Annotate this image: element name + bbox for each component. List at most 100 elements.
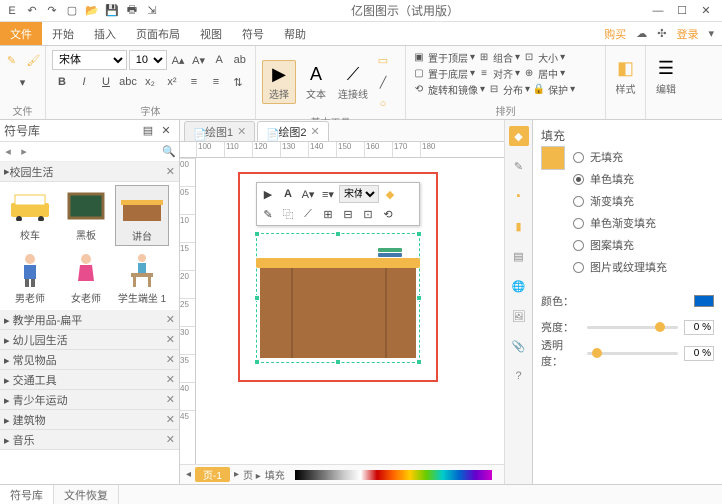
subscript-icon[interactable]: x₂ — [140, 72, 160, 92]
ft-fill-icon[interactable]: ◆ — [381, 185, 399, 203]
rail-help-icon[interactable]: ? — [509, 366, 529, 386]
save-icon[interactable]: 💾 — [104, 3, 120, 19]
library-icon[interactable]: ▤ — [139, 122, 157, 140]
menu-layout[interactable]: 页面布局 — [126, 22, 190, 45]
fill-option[interactable]: 单色渐变填充 — [573, 212, 714, 234]
cloud-icon[interactable]: ☁ — [636, 27, 647, 40]
footer-tab-symbols[interactable]: 符号库 — [0, 485, 54, 504]
cat-close-icon[interactable]: ✕ — [166, 165, 175, 178]
tool-text[interactable]: A文本 — [299, 61, 333, 103]
share-icon[interactable]: ✣ — [657, 27, 666, 40]
open-icon[interactable]: 📂 — [84, 3, 100, 19]
category-active[interactable]: ▸ 校园生活✕ — [0, 162, 179, 182]
brightness-value[interactable] — [684, 320, 714, 335]
cat-close-icon[interactable]: ✕ — [166, 313, 175, 326]
strike-icon[interactable]: abc — [118, 72, 138, 92]
undo-icon[interactable]: ↶ — [24, 3, 40, 19]
ft-rotate-icon[interactable]: ⟲ — [379, 205, 397, 223]
symbol-item[interactable]: 女老师 — [59, 248, 113, 307]
category-row[interactable]: ▸ 交通工具✕ — [0, 370, 179, 390]
menu-symbol[interactable]: 符号 — [232, 22, 274, 45]
ft-align-icon[interactable]: ≡▾ — [319, 185, 337, 203]
shape-rect-icon[interactable]: ▭ — [373, 50, 393, 70]
rail-fill-icon[interactable]: ◆ — [509, 126, 529, 146]
tool-connector[interactable]: ⟋连接线 — [336, 61, 370, 103]
close-icon[interactable]: ✕ — [698, 3, 714, 19]
ft-line-icon[interactable]: ✎ — [259, 205, 277, 223]
rail-image-icon[interactable]: 🖼 — [509, 306, 529, 326]
desk-shape[interactable] — [260, 258, 416, 358]
page-menu[interactable]: 页 ▸ — [243, 467, 261, 482]
font-shrink-icon[interactable]: A▾ — [189, 50, 208, 70]
fill-option[interactable]: 图片或纹理填充 — [573, 256, 714, 278]
tab-close-icon[interactable]: ✕ — [310, 125, 319, 138]
symbol-item[interactable]: 男老师 — [3, 248, 57, 307]
rail-page-icon[interactable]: ▤ — [509, 246, 529, 266]
cat-close-icon[interactable]: ✕ — [166, 413, 175, 426]
ft-pointer-icon[interactable]: ▶ — [259, 185, 277, 203]
distribute-icon[interactable]: ⊟ — [487, 83, 501, 97]
print-icon[interactable]: 🖶 — [124, 3, 140, 19]
rail-layer-icon[interactable]: 🌐 — [509, 276, 529, 296]
tab-close-icon[interactable]: ✕ — [237, 125, 246, 138]
menu-view[interactable]: 视图 — [190, 22, 232, 45]
menu-file[interactable]: 文件 — [0, 22, 42, 45]
rail-clip-icon[interactable]: 📎 — [509, 336, 529, 356]
minimize-icon[interactable]: — — [650, 3, 666, 19]
category-row[interactable]: ▸ 青少年运动✕ — [0, 390, 179, 410]
font-grow-icon[interactable]: A▴ — [169, 50, 188, 70]
fill-swatch[interactable] — [541, 146, 565, 170]
chevron-down-icon[interactable]: ▾ — [708, 27, 714, 40]
align-left-icon[interactable]: ≡ — [206, 72, 226, 92]
search-icon[interactable]: 🔍 — [159, 145, 179, 158]
fill-option[interactable]: 无填充 — [573, 146, 714, 168]
fill-option[interactable]: 图案填充 — [573, 234, 714, 256]
menu-start[interactable]: 开始 — [42, 22, 84, 45]
opacity-value[interactable] — [684, 346, 714, 361]
ft-replace-icon[interactable]: ⊞ — [319, 205, 337, 223]
format-painter-icon[interactable]: 🖌 — [24, 50, 44, 70]
doc-tab-active[interactable]: 📄绘图2✕ — [257, 121, 328, 141]
line-spacing-icon[interactable]: ⇅ — [228, 72, 248, 92]
footer-tab-recovery[interactable]: 文件恢复 — [54, 485, 119, 504]
category-row[interactable]: ▸ 教学用品-扁平✕ — [0, 310, 179, 330]
color-strip[interactable] — [295, 470, 492, 480]
maximize-icon[interactable]: ☐ — [674, 3, 690, 19]
symbol-item[interactable]: 学生端坐 1 — [115, 248, 169, 307]
ft-text-icon[interactable]: A — [279, 185, 297, 203]
edit-button[interactable]: ☰编辑 — [652, 56, 680, 98]
cat-close-icon[interactable]: ✕ — [166, 433, 175, 446]
paste-icon[interactable]: ✎ — [2, 50, 22, 70]
doc-tab[interactable]: 📄绘图1✕ — [184, 121, 255, 141]
page-prev-icon[interactable]: ◂ — [186, 469, 191, 480]
tool-select[interactable]: ▶选择 — [262, 60, 296, 104]
rail-theme-icon[interactable]: ▮ — [509, 216, 529, 236]
category-row[interactable]: ▸ 幼儿园生活✕ — [0, 330, 179, 350]
fill-option[interactable]: 单色填充 — [573, 168, 714, 190]
brightness-slider[interactable] — [587, 326, 678, 329]
font-family-select[interactable]: 宋体 — [52, 50, 127, 70]
style-button[interactable]: ◧样式 — [612, 56, 639, 98]
next-icon[interactable]: ▸ — [16, 145, 32, 158]
lock-icon[interactable]: 🔒 — [532, 83, 546, 97]
bullets-icon[interactable]: ≡ — [184, 72, 204, 92]
align-icon[interactable]: ≡ — [477, 67, 491, 81]
category-row[interactable]: ▸ 建筑物✕ — [0, 410, 179, 430]
bold-icon[interactable]: B — [52, 72, 72, 92]
front-icon[interactable]: ▣ — [412, 51, 426, 65]
ft-font-select[interactable]: 宋体 — [339, 185, 379, 203]
ft-copy-icon[interactable]: ⿻ — [279, 205, 297, 223]
export-icon[interactable]: ⇲ — [144, 3, 160, 19]
ft-fontcolor-icon[interactable]: A▾ — [299, 185, 317, 203]
font-size-select[interactable]: 10 — [129, 50, 167, 70]
underline-icon[interactable]: U — [96, 72, 116, 92]
highlight-icon[interactable]: ab — [230, 50, 249, 70]
page-label[interactable]: 页-1 — [195, 467, 230, 482]
center-icon[interactable]: ⊕ — [522, 67, 536, 81]
buy-link[interactable]: 购买 — [604, 26, 626, 42]
page-next-icon[interactable]: ▸ — [234, 469, 239, 480]
shape-line-icon[interactable]: ╱ — [373, 72, 393, 92]
cat-close-icon[interactable]: ✕ — [166, 373, 175, 386]
menu-help[interactable]: 帮助 — [274, 22, 316, 45]
italic-icon[interactable]: I — [74, 72, 94, 92]
